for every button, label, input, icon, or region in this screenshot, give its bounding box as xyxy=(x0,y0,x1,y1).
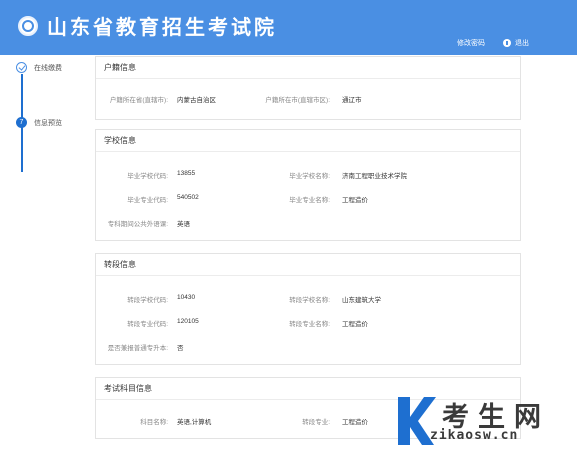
field-value: 工程造价 xyxy=(342,321,368,328)
field-value: 120105 xyxy=(177,318,199,325)
field-label: 毕业专业代码: xyxy=(127,197,168,204)
field-label: 毕业学校代码: xyxy=(127,173,168,180)
progress-steps: 在线缴费 7 信息预览 xyxy=(0,55,90,172)
section-title: 学校信息 xyxy=(96,130,520,152)
field-label: 专科期间公共外语课: xyxy=(107,221,168,228)
field-label: 转段专业: xyxy=(302,419,330,426)
site-logo[interactable]: 山东省教育招生考试院 xyxy=(18,11,277,40)
field-value: 540502 xyxy=(177,194,199,201)
site-title: 山东省教育招生考试院 xyxy=(47,15,277,39)
field-label: 转段专业名称: xyxy=(289,321,330,328)
section-title: 户籍信息 xyxy=(96,57,520,79)
field-value: 工程造价 xyxy=(342,197,368,204)
check-circle-icon xyxy=(16,62,27,73)
step-number-badge: 7 xyxy=(16,117,27,128)
logout-label: 退出 xyxy=(515,40,529,47)
field-label: 户籍所在省(直辖市): xyxy=(109,97,168,104)
change-password-link[interactable]: 修改密码 xyxy=(457,38,485,48)
field-value: 10430 xyxy=(177,294,196,301)
top-header: 山东省教育招生考试院 修改密码 退出 xyxy=(0,0,577,55)
section-transfer: 转段信息 转段学校代码: 10430 转段学校名称: 山东建筑大学 转段专业代码… xyxy=(95,253,521,365)
emblem-icon xyxy=(18,15,38,36)
watermark: 考生网 zikaosw.cn xyxy=(396,395,577,453)
watermark-small-text: zikaosw.cn xyxy=(430,428,519,443)
logout-icon xyxy=(503,39,511,47)
step-label-preview[interactable]: 信息预览 xyxy=(34,118,62,128)
logout-link[interactable]: 退出 xyxy=(503,38,529,48)
field-label: 毕业专业名称: xyxy=(289,197,330,204)
field-value: 济南工程职业技术学院 xyxy=(342,173,407,180)
section-school: 学校信息 毕业学校代码: 13855 毕业学校名称: 济南工程职业技术学院 毕业… xyxy=(95,129,521,241)
field-value: 否 xyxy=(177,345,184,352)
field-value: 英语,计算机 xyxy=(177,419,212,426)
field-value: 山东建筑大学 xyxy=(342,297,381,304)
field-value: 英语 xyxy=(177,221,190,228)
field-label: 是否兼报普通专升本: xyxy=(107,345,168,352)
step-label-payment[interactable]: 在线缴费 xyxy=(34,63,62,73)
field-value: 内蒙古自治区 xyxy=(177,97,216,104)
field-label: 毕业学校名称: xyxy=(289,173,330,180)
field-label: 转段学校代码: xyxy=(127,297,168,304)
field-value: 工程造价 xyxy=(342,419,368,426)
field-label: 科目名称: xyxy=(140,419,168,426)
section-title: 转段信息 xyxy=(96,254,520,276)
change-password-label: 修改密码 xyxy=(457,40,485,47)
field-label: 户籍所在市(直辖市区): xyxy=(265,97,330,104)
section-household: 户籍信息 户籍所在省(直辖市): 内蒙古自治区 户籍所在市(直辖市区): 通辽市 xyxy=(95,56,521,120)
field-value: 通辽市 xyxy=(342,97,362,104)
field-label: 转段学校名称: xyxy=(289,297,330,304)
field-value: 13855 xyxy=(177,170,196,177)
field-label: 转段专业代码: xyxy=(127,321,168,328)
